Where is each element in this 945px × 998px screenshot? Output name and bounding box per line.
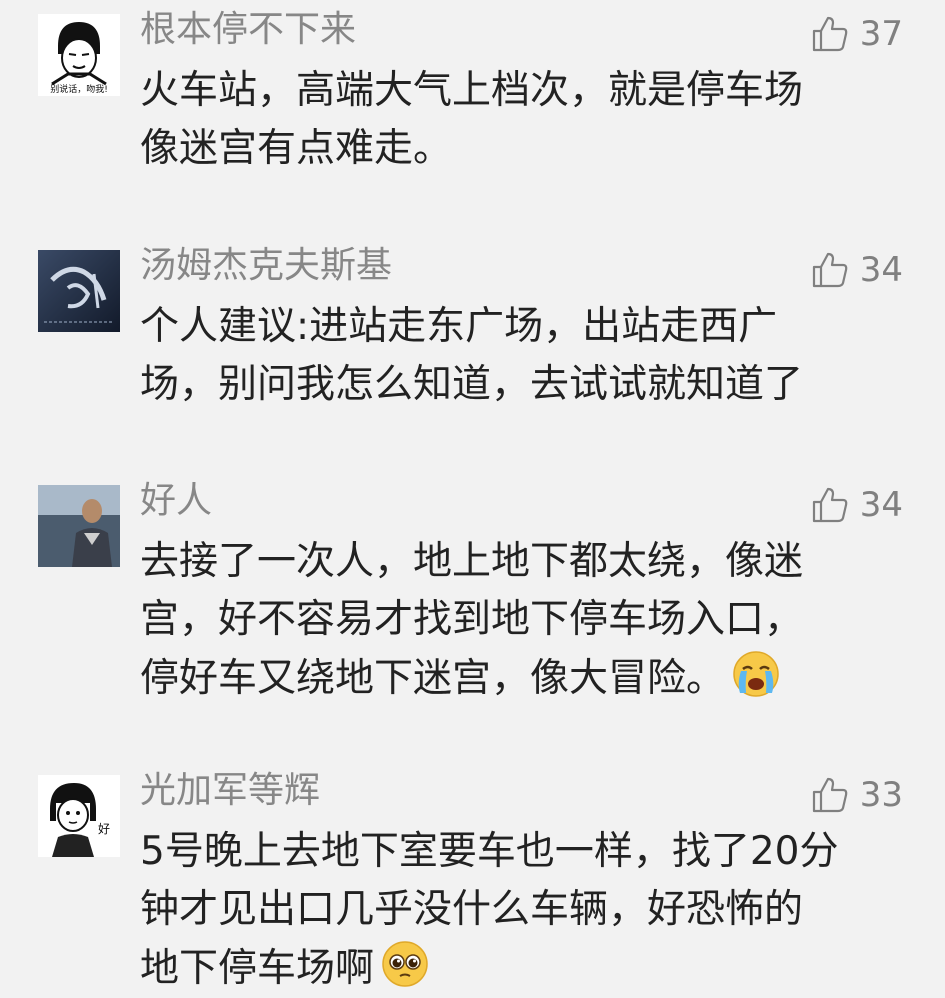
comment-text-line: 像迷宫有点难走。 xyxy=(140,126,453,171)
comment-text: 火车站，高端大气上档次，就是停车场 像迷宫有点难走。 xyxy=(140,62,900,178)
like-button[interactable]: 34 xyxy=(810,481,903,529)
comment-text-line: 宫，好不容易才找到地下停车场入口， xyxy=(140,597,804,642)
comment-item: 别说话，吻我! 根本停不下来 37 火车站，高端大气上档次，就是停车场 像迷宫有… xyxy=(0,9,945,214)
comment-text-line: 场，别问我怎么知道，去试试就知道了 xyxy=(140,362,804,407)
thumbs-up-icon xyxy=(812,16,848,52)
thumbs-up-icon xyxy=(812,487,848,523)
like-count: 37 xyxy=(859,14,903,54)
calligraphy-avatar xyxy=(38,250,120,332)
like-count: 34 xyxy=(859,250,903,290)
like-button[interactable]: 33 xyxy=(810,771,903,819)
comment-text-line: 个人建议:进站走东广场，出站走西广 xyxy=(140,304,778,349)
comment-text-line: 5号晚上去地下室要车也一样，找了20分 xyxy=(140,829,839,874)
username[interactable]: 光加军等辉 xyxy=(140,767,320,815)
crying-face-emoji-icon xyxy=(731,649,781,699)
like-button[interactable]: 37 xyxy=(810,10,903,58)
comment-text-line-content: 停好车又绕地下迷宫，像大冒险。 xyxy=(140,656,726,701)
comment-text: 个人建议:进站走东广场，出站走西广 场，别问我怎么知道，去试试就知道了 xyxy=(140,298,900,414)
like-button[interactable]: 34 xyxy=(810,246,903,294)
comment-item: 汤姆杰克夫斯基 34 个人建议:进站走东广场，出站走西广 场，别问我怎么知道，去… xyxy=(0,245,945,450)
pleading-face-emoji-icon xyxy=(380,939,430,989)
username[interactable]: 根本停不下来 xyxy=(140,6,356,54)
comment-item: 好 光加军等辉 33 5号晚上去地下室要车也一样，找了20分 钟才见出口几乎没什… xyxy=(0,770,945,991)
comment-text: 5号晚上去地下室要车也一样，找了20分 钟才见出口几乎没什么车辆，好恐怖的 地下… xyxy=(140,823,900,998)
avatar[interactable]: 别说话，吻我! xyxy=(38,14,120,96)
photo-avatar xyxy=(38,485,120,567)
comment-text-line: 钟才见出口几乎没什么车辆，好恐怖的 xyxy=(140,887,804,932)
avatar-caption: 好 xyxy=(98,822,110,836)
comment-text-line: 停好车又绕地下迷宫，像大冒险。 xyxy=(140,649,900,708)
avatar[interactable] xyxy=(38,250,120,332)
comment-item: 好人 34 去接了一次人，地上地下都太绕，像迷 宫，好不容易才找到地下停车场入口… xyxy=(0,480,945,735)
username[interactable]: 好人 xyxy=(140,477,212,525)
comment-text-line: 地下停车场啊 xyxy=(140,939,900,998)
comment-text-line: 去接了一次人，地上地下都太绕，像迷 xyxy=(140,539,804,584)
meme-face-avatar: 别说话，吻我! xyxy=(38,14,120,96)
avatar[interactable] xyxy=(38,485,120,567)
thumbs-up-icon xyxy=(812,777,848,813)
username[interactable]: 汤姆杰克夫斯基 xyxy=(140,242,392,290)
cartoon-avatar: 好 xyxy=(38,775,120,857)
comment-text-line-content: 地下停车场啊 xyxy=(140,946,375,991)
thumbs-up-icon xyxy=(812,252,848,288)
comment-text: 去接了一次人，地上地下都太绕，像迷 宫，好不容易才找到地下停车场入口， 停好车又… xyxy=(140,533,900,708)
like-count: 33 xyxy=(859,775,903,815)
avatar[interactable]: 好 xyxy=(38,775,120,857)
comment-text-line: 火车站，高端大气上档次，就是停车场 xyxy=(140,68,804,113)
avatar-caption: 别说话，吻我! xyxy=(50,83,108,95)
like-count: 34 xyxy=(859,485,903,525)
